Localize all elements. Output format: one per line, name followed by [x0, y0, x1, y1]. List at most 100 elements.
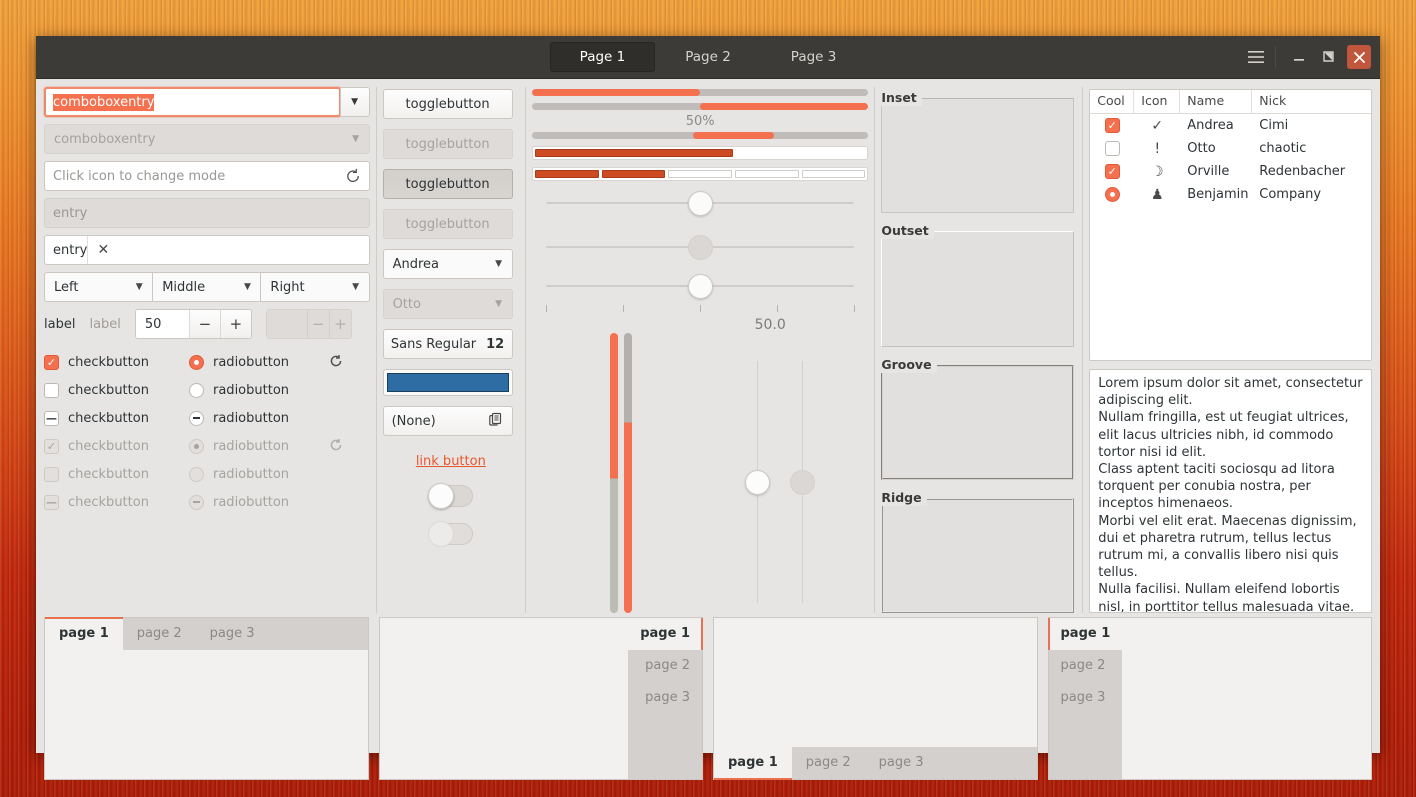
frame-ridge-body [881, 498, 1074, 613]
notebook-top-tab-page-3[interactable]: page 3 [196, 618, 269, 650]
notebook-right-tab-page-2[interactable]: page 2 [633, 650, 702, 682]
radiobutton-2[interactable]: radiobutton [189, 383, 329, 398]
vscale-knob[interactable] [745, 470, 770, 495]
radiobutton-label: radiobutton [213, 439, 289, 454]
table-row[interactable]: ♟BenjaminCompany [1090, 183, 1371, 206]
progressbar-rtl [532, 103, 868, 110]
column-treeview-textview: Cool Icon Name Nick ✓✓AndreaCimi!Ottocha… [1089, 87, 1372, 613]
comboboxentry-active-arrow[interactable]: ▼ [340, 87, 370, 117]
table-cell-cool[interactable] [1090, 141, 1134, 156]
notebook-left-tab-page-2[interactable]: page 2 [1049, 650, 1118, 682]
togglebutton-4-active-disabled: togglebutton [383, 209, 513, 239]
entry-with-clear[interactable]: entry ✕ [44, 235, 370, 265]
table-row[interactable]: !Ottochaotic [1090, 137, 1371, 160]
combobox-right[interactable]: Right ▼ [260, 272, 369, 302]
table-cell-cool[interactable] [1090, 187, 1134, 202]
font-button[interactable]: Sans Regular 12 [383, 329, 513, 359]
notebook-bottom-tab-page-3[interactable]: page 3 [865, 747, 938, 779]
hscale-with-marks[interactable] [532, 269, 868, 317]
combobox-middle[interactable]: Middle ▼ [152, 272, 261, 302]
switch-enabled[interactable] [429, 485, 473, 507]
combobox-left[interactable]: Left ▼ [44, 272, 153, 302]
hscale[interactable] [532, 181, 868, 225]
spinner-icon [329, 354, 343, 371]
notebook-left-tab-page-1[interactable]: page 1 [1049, 618, 1123, 650]
treeview-column-nick[interactable]: Nick [1252, 90, 1371, 113]
notebook-left-tabstrip: page 1 page 2 page 3 [1049, 618, 1123, 779]
treeview-column-cool[interactable]: Cool [1090, 90, 1134, 113]
check-radio-row: checkbuttonradiobutton [44, 460, 370, 488]
column-buttons: togglebutton togglebutton togglebutton t… [383, 87, 519, 613]
link-button[interactable]: link button [383, 446, 519, 469]
notebook-top-tabstrip: page 1 page 2 page 3 [45, 618, 368, 650]
radiobutton-3[interactable]: radiobutton [189, 411, 329, 426]
check-radio-row: checkbutton radiobutton [44, 376, 370, 404]
checkbox-icon [44, 383, 59, 398]
notebook-bottom-tab-page-1[interactable]: page 1 [714, 747, 792, 779]
treeview-column-icon[interactable]: Icon [1134, 90, 1180, 113]
textview[interactable]: Lorem ipsum dolor sit amet, consectetur … [1089, 369, 1372, 613]
chevron-down-icon: ▼ [343, 282, 369, 292]
radiobutton-1[interactable]: radiobutton [189, 355, 329, 370]
minimize-icon [1292, 50, 1306, 64]
entry-with-icon-placeholder: Click icon to change mode [53, 169, 225, 184]
radiobutton-label: radiobutton [213, 467, 289, 482]
header-tab-page-3[interactable]: Page 3 [761, 42, 867, 72]
notebook-left-tab-page-3[interactable]: page 3 [1049, 682, 1118, 714]
checkbutton-2[interactable]: checkbutton [44, 383, 189, 398]
radio-mixed-icon [189, 495, 204, 510]
spinbutton-plus[interactable]: + [220, 310, 251, 338]
file-chooser-button[interactable]: (None) [383, 406, 513, 436]
vscale[interactable] [745, 361, 770, 603]
treeview-column-name[interactable]: Name [1180, 90, 1252, 113]
vscale-disabled-knob [790, 470, 815, 495]
radiobutton-label: radiobutton [213, 411, 289, 426]
notebook-right-tab-page-1[interactable]: page 1 [628, 618, 702, 650]
refresh-icon[interactable] [345, 168, 361, 184]
combobox-andrea[interactable]: Andrea ▼ [383, 249, 513, 279]
hamburger-menu-icon[interactable] [1241, 42, 1271, 72]
close-button[interactable] [1344, 42, 1374, 72]
togglebutton-3-active[interactable]: togglebutton [383, 169, 513, 199]
maximize-button[interactable] [1314, 42, 1344, 72]
checkbutton-3[interactable]: —checkbutton [44, 411, 189, 426]
header-tab-page-1[interactable]: Page 1 [550, 42, 656, 72]
notebook-top-tab-page-2[interactable]: page 2 [123, 618, 196, 650]
progressbar-pulse-fill [693, 132, 774, 139]
radiobutton-label: radiobutton [213, 383, 289, 398]
clear-icon[interactable]: ✕ [87, 236, 118, 264]
frame-outset: Outset [881, 222, 1076, 346]
document-icon [488, 411, 504, 431]
spinbutton[interactable]: 50 − + [135, 309, 252, 339]
spinbutton-value[interactable]: 50 [136, 310, 189, 338]
combobox-right-label: Right [261, 280, 342, 295]
entry-with-icon[interactable]: Click icon to change mode [44, 161, 370, 191]
notebook-top-tab-page-1[interactable]: page 1 [45, 618, 123, 650]
notebook-right-tab-page-3[interactable]: page 3 [633, 682, 702, 714]
table-row[interactable]: ✓✓AndreaCimi [1090, 114, 1371, 137]
checkbox-mixed-icon: — [44, 495, 59, 510]
radio-checked-icon [189, 439, 204, 454]
notebook-right-tabstrip: page 1 page 2 page 3 [628, 618, 702, 779]
vscale-disabled [790, 361, 815, 603]
frame-inset: Inset [881, 89, 1076, 213]
minimize-button[interactable] [1284, 42, 1314, 72]
color-button[interactable] [383, 369, 513, 396]
levelbar-block [735, 170, 799, 178]
notebook-bottom-tab-page-2[interactable]: page 2 [792, 747, 865, 779]
hscale-marks-knob[interactable] [688, 274, 713, 299]
comboboxentry-active[interactable]: comboboxentry ▼ [44, 87, 370, 117]
spinbutton-minus[interactable]: − [189, 310, 220, 338]
comboboxentry-active-entry[interactable]: comboboxentry [44, 87, 341, 117]
table-cell-cool[interactable]: ✓ [1090, 118, 1134, 133]
table-row[interactable]: ✓☽OrvilleRedenbacher [1090, 160, 1371, 183]
checkbutton-1[interactable]: ✓checkbutton [44, 355, 189, 370]
switch-disabled [429, 523, 473, 545]
treeview[interactable]: Cool Icon Name Nick ✓✓AndreaCimi!Ottocha… [1089, 89, 1372, 361]
frame-ridge: Ridge [881, 489, 1076, 613]
table-cell-cool[interactable]: ✓ [1090, 164, 1134, 179]
header-tab-page-2[interactable]: Page 2 [655, 42, 761, 72]
togglebutton-1[interactable]: togglebutton [383, 89, 513, 119]
togglebutton-2-disabled: togglebutton [383, 129, 513, 159]
hscale-knob[interactable] [688, 191, 713, 216]
